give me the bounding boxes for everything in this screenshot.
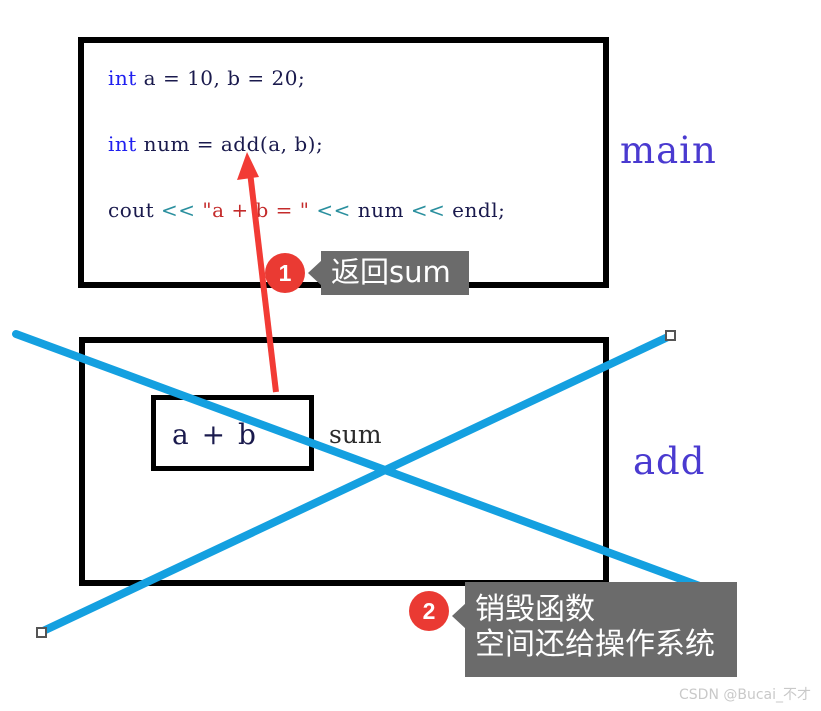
callout-notch-1 bbox=[308, 260, 322, 287]
code-line-call: int num = add(a, b); bbox=[108, 134, 588, 167]
num-token: num bbox=[350, 198, 411, 222]
expression-text: a + b bbox=[172, 418, 258, 451]
callout-bubble-2-line2: 空间还给操作系统 bbox=[475, 627, 715, 663]
code-line-declaration: int a = 10, b = 20; bbox=[108, 68, 588, 101]
sum-label: sum bbox=[329, 420, 382, 449]
call-rest: num = add(a, b); bbox=[136, 132, 324, 156]
endl-token: endl; bbox=[445, 198, 506, 222]
csdn-watermark: CSDN @Bucai_不才 bbox=[679, 687, 812, 703]
step-badge-1: 1 bbox=[265, 253, 305, 294]
main-label: main bbox=[620, 129, 717, 172]
stream-op-1: << bbox=[161, 198, 196, 222]
stream-op-3: << bbox=[410, 198, 446, 222]
callout-bubble-2-line1: 销毁函数 bbox=[475, 592, 595, 627]
add-label: add bbox=[633, 440, 706, 483]
keyword-int-1: int bbox=[108, 66, 137, 90]
callout-bubble-2: 销毁函数 空间还给操作系统 bbox=[465, 582, 737, 677]
callout-bubble-1: 返回sum bbox=[321, 251, 469, 296]
callout-notch-2 bbox=[452, 603, 466, 629]
code-line-output: cout << "a + b = " << num << endl; bbox=[108, 200, 588, 233]
declaration-rest: a = 10, b = 20; bbox=[136, 66, 306, 90]
string-literal: "a + b = " bbox=[195, 198, 317, 222]
stream-op-2: << bbox=[316, 198, 351, 222]
step-badge-2: 2 bbox=[409, 591, 449, 631]
main-code-block: int a = 10, b = 20; int num = add(a, b);… bbox=[108, 68, 588, 233]
callout-destroy-frame: 2 销毁函数 空间还给操作系统 bbox=[409, 582, 737, 677]
diagram-canvas: int a = 10, b = 20; int num = add(a, b);… bbox=[0, 0, 821, 711]
callout-return-sum: 1 返回sum bbox=[265, 251, 469, 296]
keyword-int-2: int bbox=[108, 132, 137, 156]
cout-token: cout bbox=[108, 198, 162, 222]
